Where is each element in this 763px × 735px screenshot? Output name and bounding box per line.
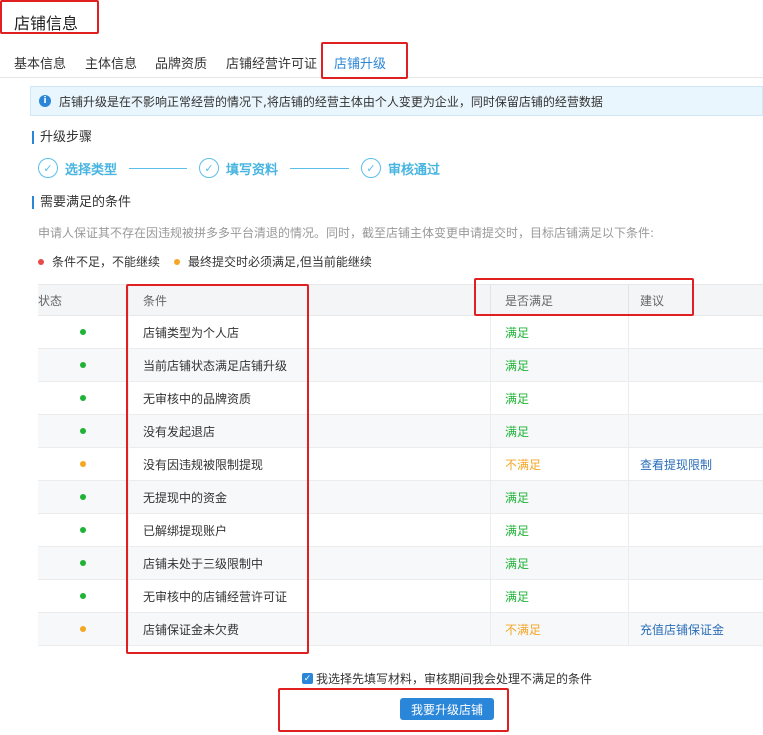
step-review-passed: ✓ 审核通过 [361, 158, 440, 178]
step-select-type: ✓ 选择类型 [38, 158, 117, 178]
upgrade-steps: ✓ 选择类型 ✓ 填写资料 ✓ 审核通过 [38, 158, 498, 180]
suggestion-cell [628, 349, 763, 381]
status-dot-icon [80, 593, 86, 599]
status-dot-icon [80, 494, 86, 500]
check-icon: ✓ [199, 158, 219, 178]
met-cell: 不满足 [490, 613, 628, 645]
step-fill-info: ✓ 填写资料 [199, 158, 278, 178]
status-dot-icon [80, 362, 86, 368]
tab-basic-info[interactable]: 基本信息 [14, 53, 66, 72]
met-cell: 满足 [490, 316, 628, 348]
status-cell [38, 329, 128, 335]
status-dot-icon [80, 395, 86, 401]
legend-orange-label: 最终提交时必须满足,但当前能继续 [188, 255, 372, 269]
tab-entity-info[interactable]: 主体信息 [85, 53, 137, 72]
suggestion-cell [628, 580, 763, 612]
suggestion-cell [628, 547, 763, 579]
agreement[interactable]: ✓ 我选择先填写材料，审核期间我会处理不满足的条件 [302, 670, 592, 687]
status-cell [38, 395, 128, 401]
met-cell: 不满足 [490, 448, 628, 480]
status-dot-icon [80, 428, 86, 434]
step-connector [129, 168, 187, 169]
header-status: 状态 [38, 293, 63, 308]
annotation-box-condition-column [126, 284, 309, 654]
suggestion-link[interactable]: 查看提现限制 [640, 456, 712, 473]
conditions-description: 申请人保证其不存在因违规被拼多多平台清退的情况。同时，截至店铺主体变更申请提交时… [38, 226, 655, 240]
legend-red-label: 条件不足，不能继续 [52, 255, 161, 269]
status-dot-icon [80, 560, 86, 566]
legend-red: 条件不足，不能继续 [38, 253, 160, 270]
annotation-box-submit [278, 688, 509, 732]
steps-section-title: 升级步骤 [32, 131, 92, 144]
orange-dot-icon [174, 258, 181, 265]
tab-business-license[interactable]: 店铺经营许可证 [226, 53, 317, 72]
notice-text: 店铺升级是在不影响正常经营的情况下,将店铺的经营主体由个人变更为企业，同时保留店… [59, 94, 603, 109]
status-cell [38, 593, 128, 599]
suggestion-link[interactable]: 充值店铺保证金 [640, 621, 724, 638]
checkbox-checked-icon[interactable]: ✓ [302, 673, 313, 684]
status-cell [38, 494, 128, 500]
tab-brand-qualification[interactable]: 品牌资质 [155, 53, 207, 72]
check-icon: ✓ [38, 158, 58, 178]
legend-orange: 最终提交时必须满足,但当前能继续 [174, 253, 372, 270]
suggestion-cell [628, 481, 763, 513]
suggestion-cell [628, 316, 763, 348]
met-cell: 满足 [490, 481, 628, 513]
suggestion-cell: 查看提现限制 [628, 448, 763, 480]
conditions-section-title: 需要满足的条件 [32, 196, 131, 209]
met-cell: 满足 [490, 349, 628, 381]
status-dot-icon [80, 461, 86, 467]
met-cell: 满足 [490, 580, 628, 612]
status-cell [38, 626, 128, 632]
status-cell [38, 428, 128, 434]
annotation-box-met-suggestion-header [474, 278, 694, 316]
step-connector [290, 168, 349, 169]
info-notice: i 店铺升级是在不影响正常经营的情况下,将店铺的经营主体由个人变更为企业，同时保… [30, 86, 763, 116]
info-icon: i [39, 95, 51, 107]
status-dot-icon [80, 527, 86, 533]
met-cell: 满足 [490, 547, 628, 579]
met-cell: 满足 [490, 514, 628, 546]
status-dot-icon [80, 329, 86, 335]
annotation-box-upgrade-tab [321, 42, 408, 79]
suggestion-cell: 充值店铺保证金 [628, 613, 763, 645]
met-cell: 满足 [490, 382, 628, 414]
suggestion-cell [628, 415, 763, 447]
suggestion-cell [628, 514, 763, 546]
status-legend: 条件不足，不能继续 最终提交时必须满足,但当前能继续 [38, 253, 386, 270]
status-dot-icon [80, 626, 86, 632]
check-icon: ✓ [361, 158, 381, 178]
met-cell: 满足 [490, 415, 628, 447]
step-label: 选择类型 [65, 162, 118, 178]
status-cell [38, 527, 128, 533]
annotation-box-title [0, 0, 99, 34]
step-label: 填写资料 [226, 162, 279, 178]
red-dot-icon [38, 258, 44, 265]
status-cell [38, 362, 128, 368]
suggestion-cell [628, 382, 763, 414]
status-cell [38, 461, 128, 467]
agreement-label: 我选择先填写材料，审核期间我会处理不满足的条件 [316, 672, 593, 686]
step-label: 审核通过 [388, 162, 441, 178]
status-cell [38, 560, 128, 566]
